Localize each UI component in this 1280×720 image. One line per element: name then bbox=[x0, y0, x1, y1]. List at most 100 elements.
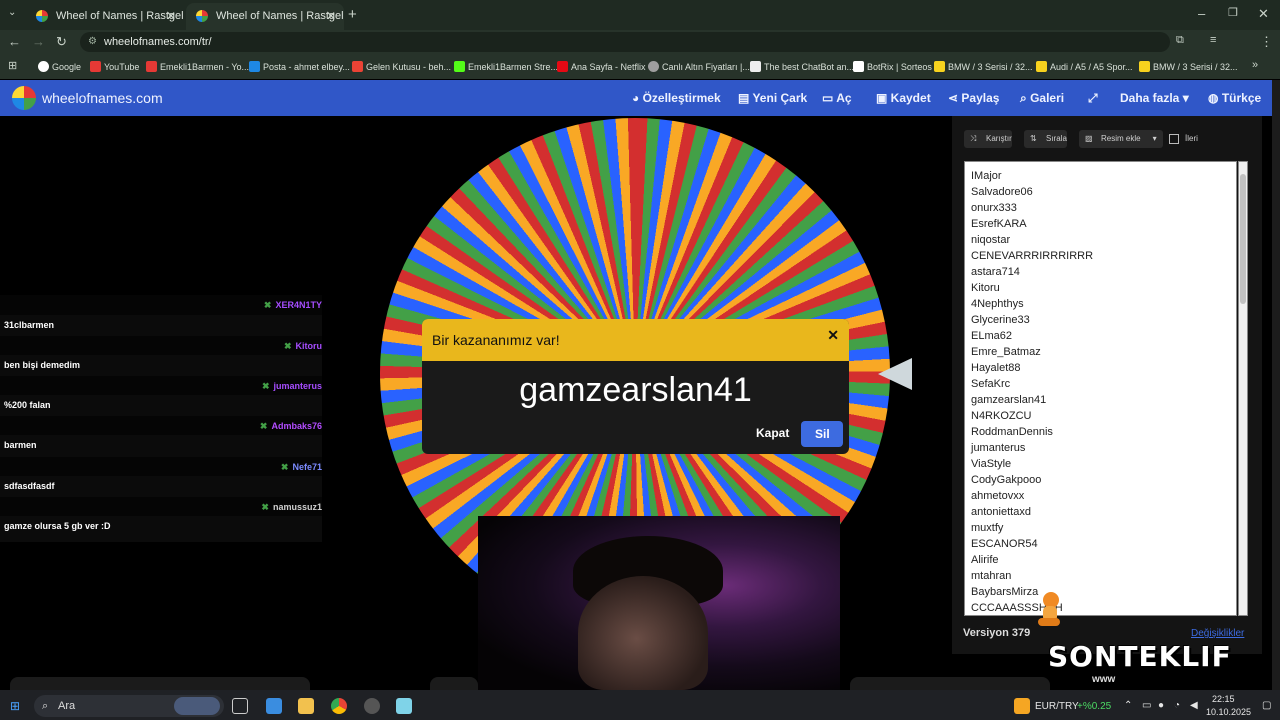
menu-icon[interactable]: ⋮ bbox=[1260, 34, 1273, 50]
shuffle-button[interactable]: ⤨ Karıştır bbox=[964, 130, 1012, 148]
entry-item[interactable]: ESCANOR54 bbox=[971, 538, 1038, 550]
volume-icon[interactable]: ◀ bbox=[1190, 700, 1198, 711]
sort-button[interactable]: ⇅ Sırala bbox=[1024, 130, 1067, 148]
advanced-checkbox[interactable] bbox=[1169, 134, 1179, 144]
entry-item[interactable]: ahmetovxx bbox=[971, 490, 1024, 502]
add-image-button[interactable]: ▨ Resim ekle ▾ bbox=[1079, 130, 1163, 148]
new-tab-icon[interactable]: + bbox=[348, 6, 357, 23]
changelog-link[interactable]: Değişiklikler bbox=[1191, 628, 1244, 639]
bookmark-item[interactable]: Emekli1Barmen - Yo... bbox=[146, 55, 249, 79]
back-icon[interactable]: ← bbox=[8, 34, 21, 49]
media-icon[interactable]: ≡ bbox=[1210, 34, 1216, 46]
bookmark-item[interactable]: Google bbox=[38, 55, 81, 79]
network-icon[interactable]: ▭ bbox=[1142, 700, 1151, 711]
app-icon[interactable] bbox=[266, 698, 282, 714]
entry-item[interactable]: jumanterus bbox=[971, 442, 1025, 454]
nav-customize[interactable]: ◕ Özelleştirmek bbox=[632, 80, 721, 116]
site-logo[interactable]: wheelofnames.com bbox=[42, 80, 163, 116]
bookmark-item[interactable]: The best ChatBot an... bbox=[750, 55, 854, 79]
fullscreen-icon[interactable]: ⤢ bbox=[1088, 80, 1098, 116]
entry-item[interactable]: IMajor bbox=[971, 170, 1002, 182]
remove-winner-button[interactable]: Sil bbox=[801, 421, 843, 447]
entry-item[interactable]: EsrefKARA bbox=[971, 218, 1027, 230]
close-button[interactable]: Kapat bbox=[756, 426, 789, 440]
entry-item[interactable]: muxtfy bbox=[971, 522, 1003, 534]
chrome-icon[interactable] bbox=[331, 698, 347, 714]
entry-item[interactable]: niqostar bbox=[971, 234, 1010, 246]
notification-icon[interactable]: ▢ bbox=[1262, 700, 1271, 711]
apps-grid-icon[interactable]: ⊞ bbox=[8, 59, 17, 72]
wheel-favicon-icon bbox=[36, 10, 48, 22]
forward-icon[interactable]: → bbox=[32, 34, 45, 49]
nav-more[interactable]: Daha fazla ▾ bbox=[1120, 80, 1189, 116]
bookmark-item[interactable]: BMW / 3 Serisi / 32... bbox=[1139, 55, 1238, 79]
close-tab-icon[interactable]: ✕ bbox=[166, 3, 176, 30]
entry-item[interactable]: Kitoru bbox=[971, 282, 1000, 294]
logo-wheel-icon[interactable] bbox=[12, 86, 36, 110]
task-view-icon[interactable] bbox=[232, 698, 248, 714]
windows-start-icon[interactable]: ⊞ bbox=[10, 699, 20, 713]
entry-item[interactable]: CENEVARRRIRRRIRRR bbox=[971, 250, 1093, 262]
nav-open[interactable]: ▭ Aç bbox=[822, 80, 852, 116]
site-info-icon[interactable]: ⚙ bbox=[88, 32, 97, 52]
reload-icon[interactable]: ↻ bbox=[56, 34, 67, 50]
entry-item[interactable]: CodyGakpooo bbox=[971, 474, 1041, 486]
address-bar[interactable]: ⚙ wheelofnames.com/tr/ bbox=[80, 32, 1170, 52]
file-explorer-icon[interactable] bbox=[298, 698, 314, 714]
entry-item[interactable]: Glycerine33 bbox=[971, 314, 1030, 326]
entry-item[interactable]: ViaStyle bbox=[971, 458, 1011, 470]
entries-scrollbar[interactable] bbox=[1238, 161, 1248, 616]
close-window-icon[interactable]: ✕ bbox=[1258, 6, 1269, 22]
obs-icon[interactable] bbox=[364, 698, 380, 714]
entry-item[interactable]: gamzearslan41 bbox=[971, 394, 1046, 406]
bookmark-item[interactable]: BotRix | Sorteos bbox=[853, 55, 932, 79]
nav-new-wheel[interactable]: ▤ Yeni Çark bbox=[738, 80, 807, 116]
tab-wheel-1[interactable]: Wheel of Names | Rastgele ad seçici ✕ bbox=[26, 3, 184, 30]
entry-item[interactable]: Salvadore06 bbox=[971, 186, 1033, 198]
bookmark-item[interactable]: Audi / A5 / A5 Spor... bbox=[1036, 55, 1133, 79]
tab-search-icon[interactable]: ⌄ bbox=[8, 7, 16, 18]
entry-item[interactable]: SefaKrc bbox=[971, 378, 1010, 390]
entry-item[interactable]: BaybarsMirza bbox=[971, 586, 1038, 598]
nav-save[interactable]: ▣ Kaydet bbox=[876, 80, 931, 116]
entry-item[interactable]: Emre_Batmaz bbox=[971, 346, 1041, 358]
bookmark-item[interactable]: Ana Sayfa - Netflix bbox=[557, 55, 646, 79]
nav-share[interactable]: ⋖ Paylaş bbox=[948, 80, 999, 116]
chat-username: ✖ namussuz1 bbox=[261, 502, 322, 512]
entry-item[interactable]: Alirife bbox=[971, 554, 999, 566]
app-icon[interactable] bbox=[396, 698, 412, 714]
palette-icon: ◕ bbox=[632, 91, 643, 105]
entries-textarea[interactable]: IMajor Salvadore06 onurx333 EsrefKARA niqost… bbox=[964, 161, 1237, 616]
entry-item[interactable]: ELma62 bbox=[971, 330, 1012, 342]
clock-date[interactable]: 10.10.2025 bbox=[1206, 707, 1251, 717]
restore-icon[interactable]: ❐ bbox=[1228, 6, 1238, 19]
nav-gallery[interactable]: ⌕ Galeri bbox=[1020, 80, 1064, 116]
more-bookmarks-icon[interactable]: » bbox=[1252, 59, 1258, 71]
tray-chevron-icon[interactable]: ⌃ bbox=[1124, 700, 1132, 711]
extensions-icon[interactable]: ⧉ bbox=[1176, 34, 1184, 47]
page-scrollbar[interactable] bbox=[1272, 80, 1280, 690]
entry-item[interactable]: antoniettaxd bbox=[971, 506, 1031, 518]
entry-item[interactable]: N4RKOZCU bbox=[971, 410, 1032, 422]
wifi-icon[interactable]: ◔ bbox=[1174, 700, 1180, 711]
taskbar-search[interactable]: ⌕ Ara bbox=[34, 695, 224, 717]
entry-item[interactable]: 4Nephthys bbox=[971, 298, 1024, 310]
entry-item[interactable]: onurx333 bbox=[971, 202, 1017, 214]
entry-item[interactable]: Hayalet88 bbox=[971, 362, 1021, 374]
close-icon[interactable]: ✕ bbox=[827, 327, 839, 344]
clock-time[interactable]: 22:15 bbox=[1212, 694, 1235, 704]
nav-language[interactable]: ◍ Türkçe bbox=[1208, 80, 1261, 116]
close-tab-icon[interactable]: ✕ bbox=[326, 3, 336, 30]
entry-item[interactable]: RoddmanDennis bbox=[971, 426, 1053, 438]
bookmark-item[interactable]: Emekli1Barmen Stre... bbox=[454, 55, 558, 79]
entry-item[interactable]: astara714 bbox=[971, 266, 1020, 278]
entry-item[interactable]: mtahran bbox=[971, 570, 1011, 582]
microphone-icon[interactable]: ● bbox=[1158, 700, 1164, 711]
bookmark-item[interactable]: Posta - ahmet elbey... bbox=[249, 55, 350, 79]
bookmark-item[interactable]: BMW / 3 Serisi / 32... bbox=[934, 55, 1033, 79]
minimize-icon[interactable]: – bbox=[1198, 6, 1205, 21]
bookmark-item[interactable]: Canlı Altın Fiyatları |... bbox=[648, 55, 750, 79]
bookmark-item[interactable]: YouTube bbox=[90, 55, 139, 79]
bookmark-item[interactable]: Gelen Kutusu - beh... bbox=[352, 55, 451, 79]
tab-wheel-2[interactable]: Wheel of Names | Rastgele ad seçici ✕ bbox=[186, 3, 344, 30]
